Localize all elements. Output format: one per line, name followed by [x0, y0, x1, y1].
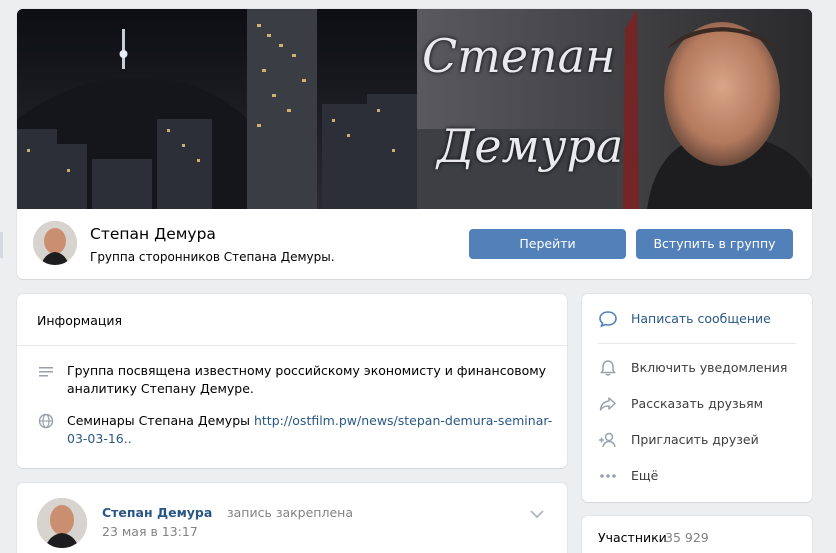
- cover-image: Степан Демура: [17, 9, 812, 209]
- cover-title-line1: Степан: [422, 29, 616, 83]
- info-card: Информация Группа посвящена известному р…: [17, 294, 567, 468]
- left-edge-scroll-hint: [0, 232, 3, 258]
- post-action-text: запись закреплена: [227, 505, 353, 520]
- group-actions: Написать сообщение Включить уведомления …: [582, 294, 812, 502]
- go-button[interactable]: Перейти: [469, 229, 626, 259]
- pinned-post: Степан Демура запись закреплена 23 мая в…: [17, 483, 567, 553]
- seminars-link-row: Семинары Степана Демуры http://ostfilm.p…: [67, 412, 557, 448]
- action-label: Ещё: [631, 468, 659, 483]
- group-name: Степан Демура: [90, 225, 216, 243]
- action-label: Включить уведомления: [631, 360, 788, 375]
- action-tell-friends[interactable]: Рассказать друзьям: [582, 389, 812, 419]
- bell-icon: [600, 360, 616, 376]
- action-label: Рассказать друзьям: [631, 396, 764, 411]
- action-invite-friends[interactable]: Пригласить друзей: [582, 425, 812, 455]
- members-label: Участники: [598, 530, 667, 545]
- description-icon: [39, 367, 53, 377]
- post-author-name[interactable]: Степан Демура: [102, 505, 212, 520]
- join-group-button[interactable]: Вступить в группу: [636, 229, 793, 259]
- message-icon: [599, 311, 617, 328]
- group-description: Группа посвящена известному российскому …: [67, 363, 547, 396]
- action-more[interactable]: Ещё: [582, 461, 812, 491]
- members-card[interactable]: Участники 35 929: [582, 516, 812, 553]
- add-friend-icon: [599, 432, 616, 448]
- seminars-label: Семинары Степана Демуры: [67, 413, 254, 428]
- action-enable-notifications[interactable]: Включить уведомления: [582, 353, 812, 383]
- group-header: Степан Демура Степан Демура Группа сторо…: [17, 9, 812, 279]
- members-count: 35 929: [665, 530, 709, 545]
- action-label: Пригласить друзей: [631, 432, 759, 447]
- globe-icon: [38, 413, 54, 429]
- group-avatar[interactable]: [33, 221, 77, 265]
- share-icon: [599, 397, 616, 411]
- info-title: Информация: [37, 313, 123, 328]
- action-label: Написать сообщение: [631, 311, 771, 326]
- action-write-message[interactable]: Написать сообщение: [582, 304, 812, 334]
- group-status: Группа сторонников Степана Демуры.: [90, 250, 335, 264]
- post-date[interactable]: 23 мая в 13:17: [102, 524, 198, 539]
- post-author-avatar[interactable]: [37, 498, 87, 548]
- divider: [17, 345, 567, 346]
- more-icon: [600, 474, 616, 478]
- chevron-down-icon[interactable]: [530, 509, 544, 519]
- cover-title-line2: Демура: [437, 119, 624, 173]
- divider: [598, 343, 796, 344]
